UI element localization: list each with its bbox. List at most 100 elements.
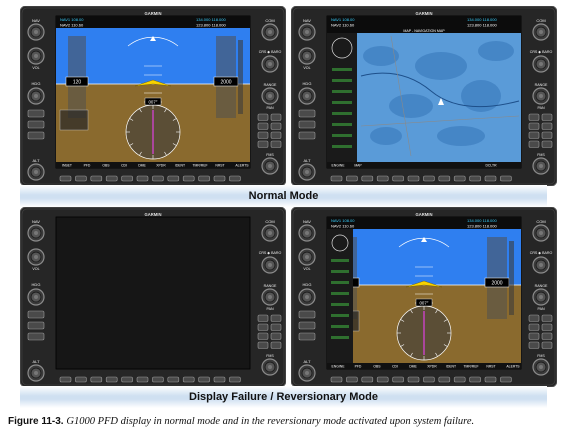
left-key-0-tl[interactable] (27, 109, 45, 118)
softkey-button-10-tr[interactable] (484, 175, 497, 182)
softkey-button-10-bl[interactable] (213, 376, 226, 383)
left-key-2-tl[interactable] (27, 131, 45, 140)
right-key-b-3-br[interactable] (541, 341, 553, 349)
left-knob-alt-bl[interactable] (27, 364, 45, 382)
left-knob-hdg-tl[interactable] (27, 87, 45, 105)
right-key-a-1-br[interactable] (528, 323, 540, 331)
softkey-button-0-tl[interactable] (59, 175, 72, 182)
softkey-button-9-bl[interactable] (198, 376, 210, 383)
right-knob-fms-bl[interactable] (261, 358, 279, 376)
right-key-b-3-bl[interactable] (270, 341, 282, 349)
right-key-b-2-bl[interactable] (270, 332, 282, 340)
right-key-b-1-br[interactable] (541, 323, 553, 331)
right-knob-com-bl[interactable] (261, 224, 279, 242)
right-knob-fms-tr[interactable] (532, 157, 550, 175)
left-knob-vol-br[interactable] (298, 248, 316, 266)
softkey-button-11-tr[interactable] (500, 175, 512, 182)
right-key-b-2-tl[interactable] (270, 131, 282, 139)
right-knob-fms-tl[interactable] (261, 157, 279, 175)
right-key-b-2-br[interactable] (541, 332, 553, 340)
softkey-button-11-br[interactable] (500, 376, 512, 383)
left-key-1-tr[interactable] (298, 120, 316, 129)
right-key-a-2-tr[interactable] (528, 131, 540, 139)
softkey-button-5-tl[interactable] (136, 175, 149, 182)
left-key-0-br[interactable] (298, 310, 316, 319)
right-key-a-2-bl[interactable] (257, 332, 269, 340)
right-key-a-3-bl[interactable] (257, 341, 269, 349)
right-knob-crs-baro-br[interactable] (532, 256, 550, 274)
left-knob-alt-tl[interactable] (27, 163, 45, 181)
right-key-a-3-tr[interactable] (528, 140, 540, 148)
right-key-a-3-br[interactable] (528, 341, 540, 349)
right-key-a-0-br[interactable] (528, 314, 540, 322)
softkey-button-2-bl[interactable] (90, 376, 103, 383)
right-knob-range-tl[interactable] (261, 87, 279, 105)
right-key-b-1-bl[interactable] (270, 323, 282, 331)
right-knob-crs-baro-tr[interactable] (532, 55, 550, 73)
right-knob-com-br[interactable] (532, 224, 550, 242)
left-key-0-bl[interactable] (27, 310, 45, 319)
right-key-a-1-tl[interactable] (257, 122, 269, 130)
softkey-button-1-tl[interactable] (75, 175, 87, 182)
right-key-b-0-tr[interactable] (541, 113, 553, 121)
softkey-button-6-bl[interactable] (152, 376, 164, 383)
left-knob-vol-tl[interactable] (27, 47, 45, 65)
left-knob-hdg-br[interactable] (298, 288, 316, 306)
softkey-button-0-tr[interactable] (330, 175, 343, 182)
left-knob-nav-tl[interactable] (27, 23, 45, 41)
softkey-button-3-br[interactable] (376, 376, 389, 383)
softkey-button-7-bl[interactable] (167, 376, 180, 383)
left-knob-nav-bl[interactable] (27, 224, 45, 242)
softkey-button-9-br[interactable] (469, 376, 481, 383)
softkey-button-11-bl[interactable] (229, 376, 241, 383)
right-key-b-1-tr[interactable] (541, 122, 553, 130)
softkey-button-0-bl[interactable] (59, 376, 72, 383)
softkey-button-2-tl[interactable] (90, 175, 103, 182)
left-key-2-br[interactable] (298, 332, 316, 341)
right-key-b-1-tl[interactable] (270, 122, 282, 130)
softkey-button-7-br[interactable] (438, 376, 451, 383)
left-knob-hdg-tr[interactable] (298, 87, 316, 105)
right-key-a-2-tl[interactable] (257, 131, 269, 139)
left-knob-alt-br[interactable] (298, 364, 316, 382)
softkey-button-1-br[interactable] (346, 376, 358, 383)
right-knob-fms-br[interactable] (532, 358, 550, 376)
softkey-button-6-tl[interactable] (152, 175, 164, 182)
softkey-button-4-tr[interactable] (392, 175, 404, 182)
right-knob-range-br[interactable] (532, 288, 550, 306)
right-knob-com-tr[interactable] (532, 23, 550, 41)
right-key-b-3-tl[interactable] (270, 140, 282, 148)
right-knob-crs-baro-bl[interactable] (261, 256, 279, 274)
softkey-button-8-bl[interactable] (182, 376, 195, 383)
left-key-0-tr[interactable] (298, 109, 316, 118)
softkey-button-10-tl[interactable] (213, 175, 226, 182)
left-knob-vol-bl[interactable] (27, 248, 45, 266)
softkey-button-5-br[interactable] (407, 376, 420, 383)
softkey-button-5-bl[interactable] (136, 376, 149, 383)
softkey-button-4-tl[interactable] (121, 175, 133, 182)
right-key-a-2-br[interactable] (528, 332, 540, 340)
softkey-button-0-br[interactable] (330, 376, 343, 383)
left-knob-alt-tr[interactable] (298, 163, 316, 181)
right-knob-range-tr[interactable] (532, 87, 550, 105)
left-key-2-bl[interactable] (27, 332, 45, 341)
left-knob-hdg-bl[interactable] (27, 288, 45, 306)
left-key-2-tr[interactable] (298, 131, 316, 140)
softkey-button-8-br[interactable] (453, 376, 466, 383)
right-key-b-2-tr[interactable] (541, 131, 553, 139)
softkey-button-5-tr[interactable] (407, 175, 420, 182)
softkey-button-4-bl[interactable] (121, 376, 133, 383)
softkey-button-11-tl[interactable] (229, 175, 241, 182)
right-key-a-0-tr[interactable] (528, 113, 540, 121)
softkey-button-2-tr[interactable] (361, 175, 374, 182)
softkey-button-7-tl[interactable] (167, 175, 180, 182)
left-key-1-bl[interactable] (27, 321, 45, 330)
softkey-button-3-bl[interactable] (105, 376, 118, 383)
right-knob-range-bl[interactable] (261, 288, 279, 306)
softkey-button-1-tr[interactable] (346, 175, 358, 182)
left-knob-nav-br[interactable] (298, 224, 316, 242)
right-key-a-3-tl[interactable] (257, 140, 269, 148)
softkey-button-8-tr[interactable] (453, 175, 466, 182)
right-key-a-1-tr[interactable] (528, 122, 540, 130)
right-key-a-1-bl[interactable] (257, 323, 269, 331)
